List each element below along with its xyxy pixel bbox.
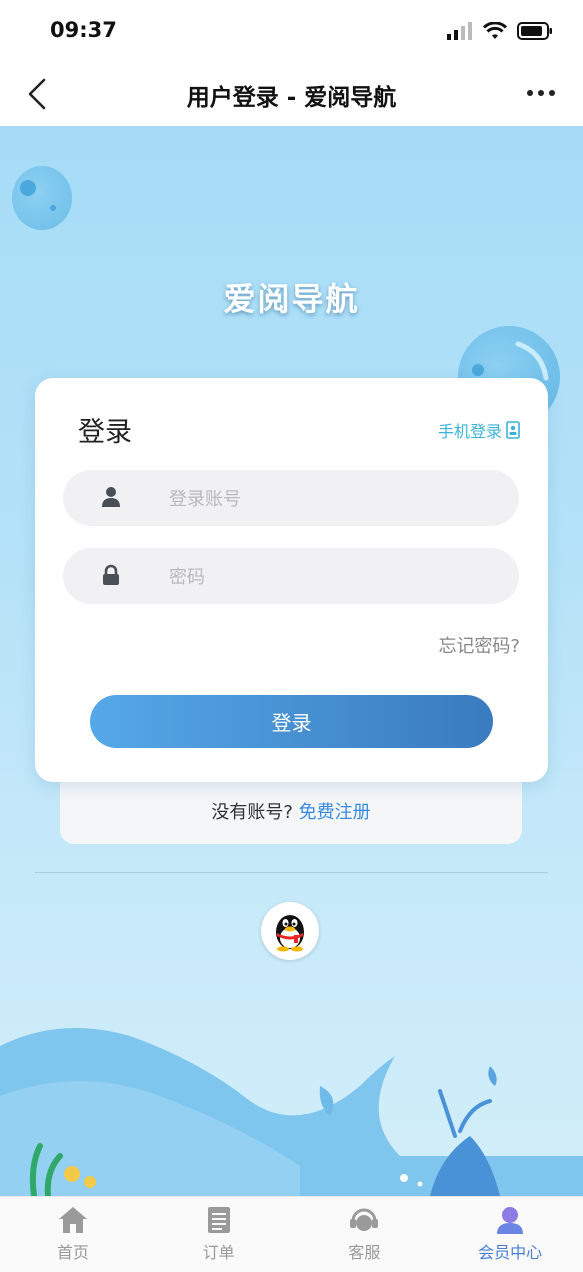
register-row: 没有账号? 免费注册 xyxy=(60,798,522,824)
password-input[interactable] xyxy=(167,548,501,606)
bottom-tab-bar: 首页 订单 客服 会员中心 xyxy=(0,1196,583,1272)
password-field[interactable] xyxy=(63,548,519,606)
login-card: 登录 手机登录 忘记密码? 登录 xyxy=(35,378,548,782)
login-button[interactable]: 登录 xyxy=(90,695,493,748)
register-link[interactable]: 免费注册 xyxy=(299,802,371,823)
status-icons xyxy=(447,22,553,40)
home-icon xyxy=(58,1207,87,1233)
account-field[interactable] xyxy=(63,470,519,528)
order-icon xyxy=(207,1207,230,1233)
signal-icon xyxy=(447,22,472,40)
forgot-password-link[interactable]: 忘记密码? xyxy=(438,632,520,658)
login-background: 爱阅导航 没有账号? 免费注册 登录 手机登录 忘记密码? xyxy=(0,126,583,1196)
more-dot-icon xyxy=(549,90,555,96)
brand-title: 爱阅导航 xyxy=(223,280,360,318)
tab-label: 订单 xyxy=(202,1243,235,1262)
bubble-decoration-left xyxy=(12,166,72,230)
wifi-icon xyxy=(483,22,507,39)
battery-icon xyxy=(517,22,552,40)
nav-bar: 用户登录 - 爱阅导航 xyxy=(0,64,583,126)
tab-label: 会员中心 xyxy=(478,1243,543,1262)
tab-customer-service[interactable]: 客服 xyxy=(292,1197,438,1272)
tab-orders[interactable]: 订单 xyxy=(146,1197,292,1272)
account-input[interactable] xyxy=(167,470,501,528)
phone-login-label: 手机登录 xyxy=(437,422,502,441)
page-title: 用户登录 - 爱阅导航 xyxy=(186,85,397,111)
login-heading: 登录 xyxy=(78,417,132,448)
tab-label: 客服 xyxy=(348,1243,381,1262)
tab-label: 首页 xyxy=(56,1243,89,1262)
wave-illustration xyxy=(0,1028,583,1196)
phone-badge-icon xyxy=(506,421,520,439)
more-dot-icon xyxy=(538,90,544,96)
phone-login-link[interactable]: 手机登录 xyxy=(438,418,520,442)
more-dot-icon xyxy=(527,90,533,96)
status-time: 09:37 xyxy=(50,18,117,42)
no-account-text: 没有账号? xyxy=(211,802,293,823)
qq-penguin-icon xyxy=(276,915,304,952)
user-icon xyxy=(102,487,120,507)
tab-member-center[interactable]: 会员中心 xyxy=(437,1197,583,1272)
customer-service-icon xyxy=(350,1208,379,1231)
lock-icon xyxy=(103,564,119,585)
divider xyxy=(35,872,548,873)
bubble-highlight-icon xyxy=(20,180,56,211)
member-icon xyxy=(497,1207,524,1234)
qq-login-button[interactable] xyxy=(261,902,319,960)
more-button[interactable] xyxy=(523,78,559,108)
tab-home[interactable]: 首页 xyxy=(0,1197,146,1272)
status-bar: 09:37 xyxy=(0,0,583,64)
